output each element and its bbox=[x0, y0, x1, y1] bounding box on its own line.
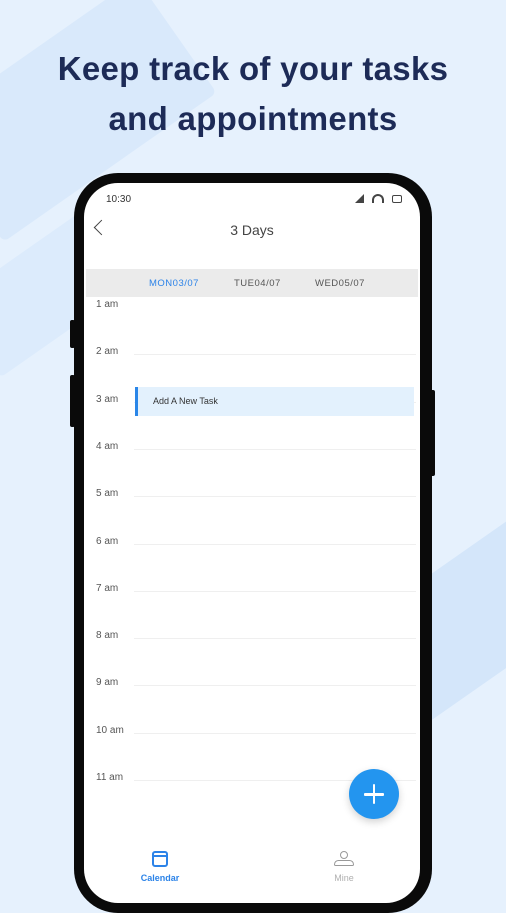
phone-power-button bbox=[430, 390, 435, 476]
top-app-bar: 3 Days bbox=[84, 218, 420, 244]
hour-divider bbox=[134, 496, 416, 498]
hour-divider bbox=[134, 685, 416, 687]
status-icons bbox=[355, 194, 402, 203]
hour-label: 7 am bbox=[96, 582, 119, 594]
hour-divider bbox=[134, 543, 416, 545]
hour-label: 1 am bbox=[96, 299, 119, 310]
status-time: 10:30 bbox=[106, 194, 132, 205]
hour-label: 10 am bbox=[96, 724, 124, 736]
headline-line-2: and appointments bbox=[108, 100, 398, 137]
add-task-fab[interactable] bbox=[349, 769, 399, 819]
battery-icon bbox=[392, 194, 402, 203]
day-header: MON03/07 TUE04/07 WED05/07 bbox=[86, 269, 418, 297]
nav-mine[interactable]: Mine bbox=[304, 851, 384, 883]
calendar-icon bbox=[152, 851, 168, 867]
hour-label: 6 am bbox=[96, 535, 119, 547]
promo-headline: Keep track of your tasks and appointment… bbox=[0, 44, 506, 144]
day-column-0[interactable]: MON03/07 bbox=[149, 278, 199, 289]
hour-divider bbox=[134, 638, 416, 640]
phone-side-button bbox=[70, 375, 75, 427]
hour-label: 5 am bbox=[96, 488, 119, 500]
hour-label: 4 am bbox=[96, 440, 119, 452]
hour-label: 9 am bbox=[96, 677, 119, 689]
profile-icon bbox=[334, 851, 354, 867]
add-task-block[interactable]: Add A New Task bbox=[135, 387, 414, 416]
plus-icon bbox=[372, 784, 376, 804]
hour-divider bbox=[134, 354, 416, 356]
day-column-1[interactable]: TUE04/07 bbox=[234, 278, 281, 289]
hour-divider bbox=[134, 448, 416, 450]
nav-calendar-label: Calendar bbox=[140, 873, 180, 883]
wifi-icon bbox=[372, 194, 384, 203]
signal-icon bbox=[355, 194, 364, 203]
phone-screen: 10:30 3 Days MON03/07 TUE04/07 WED05/07 1 … bbox=[84, 183, 420, 903]
day-column-2[interactable]: WED05/07 bbox=[315, 278, 365, 289]
hour-label: 2 am bbox=[96, 346, 119, 358]
view-title: 3 Days bbox=[230, 222, 274, 238]
phone-side-button bbox=[70, 320, 75, 348]
bottom-navigation: Calendar Mine bbox=[84, 843, 420, 903]
headline-line-1: Keep track of your tasks bbox=[57, 50, 449, 87]
hour-divider bbox=[134, 732, 416, 734]
hour-divider bbox=[134, 590, 416, 592]
hour-label: 3 am bbox=[96, 393, 119, 405]
nav-mine-label: Mine bbox=[334, 873, 354, 883]
nav-calendar[interactable]: Calendar bbox=[120, 851, 200, 883]
hour-label: 8 am bbox=[96, 630, 119, 642]
hour-label: 11 am bbox=[96, 772, 124, 783]
status-bar: 10:30 bbox=[106, 194, 402, 208]
